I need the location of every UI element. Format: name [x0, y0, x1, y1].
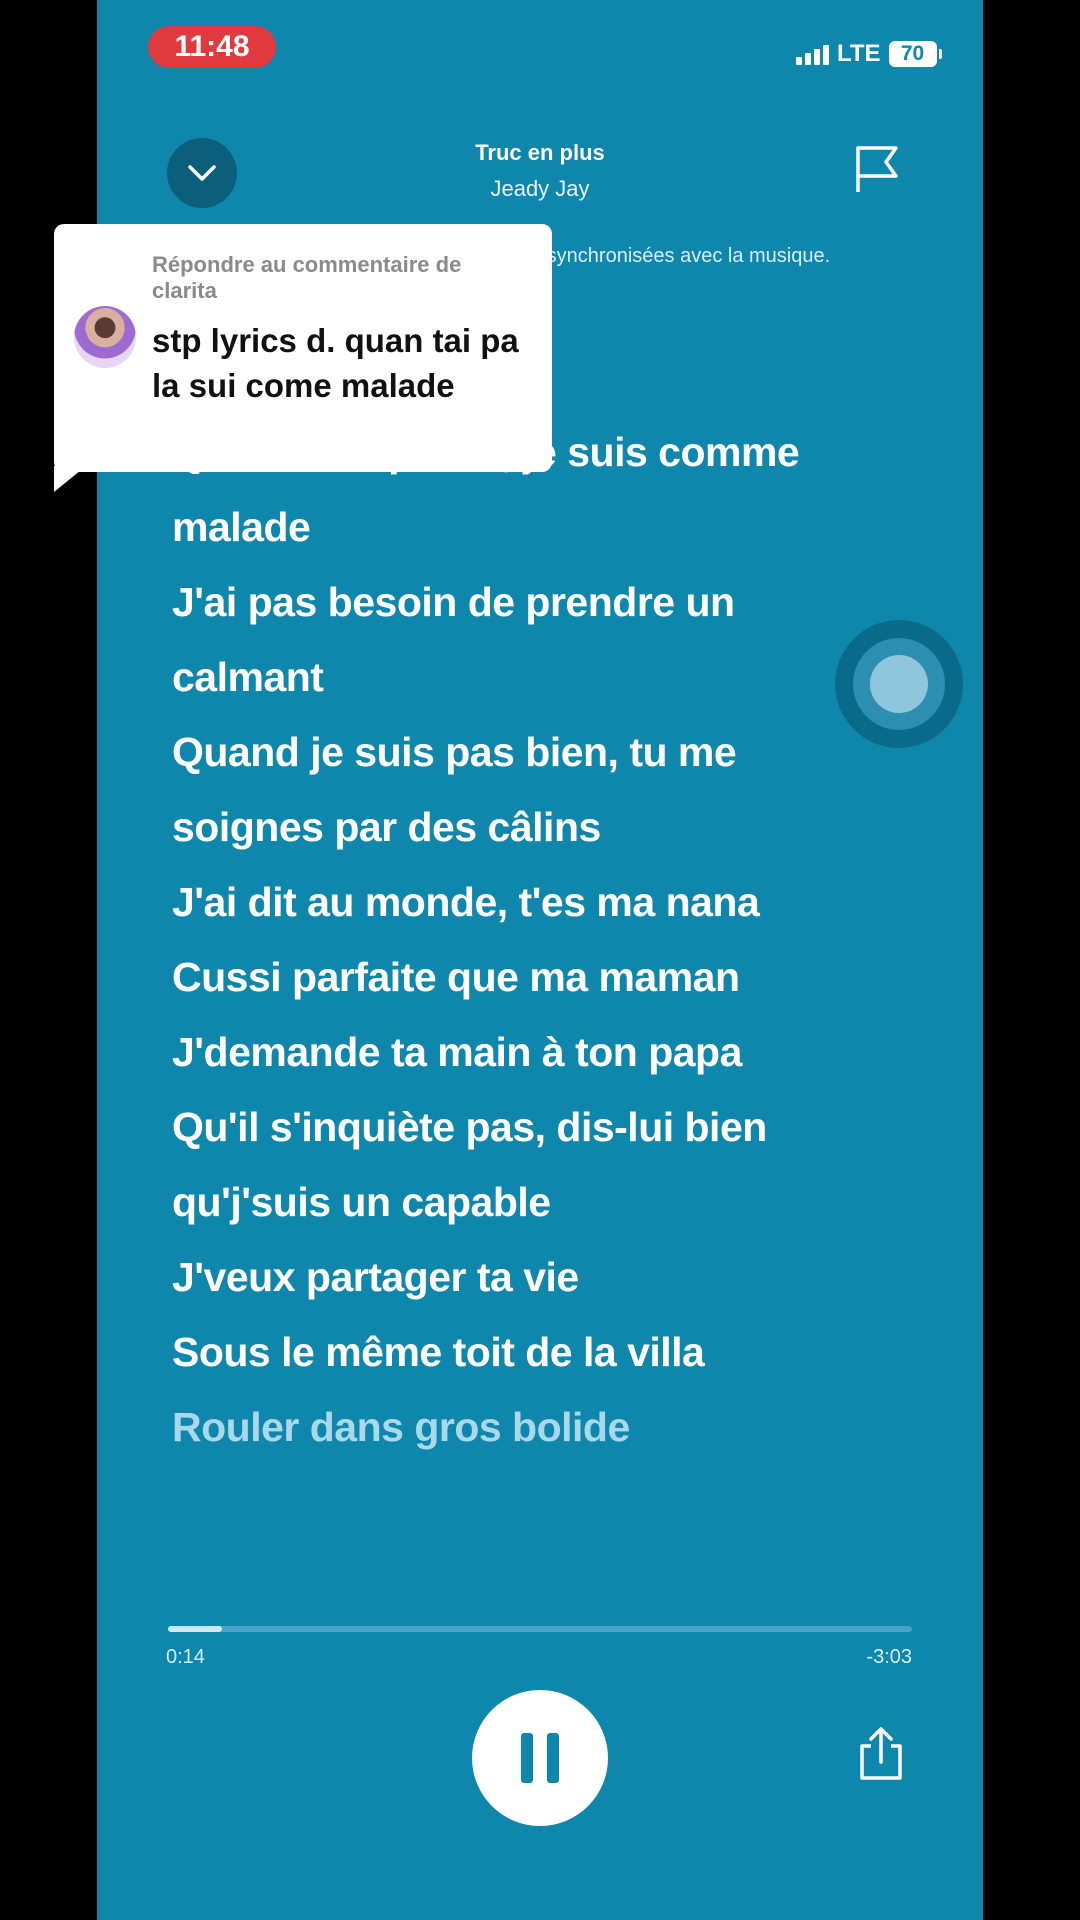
lyric-line: soignes par des câlins — [172, 804, 601, 850]
progress-fill — [168, 1626, 222, 1632]
progress-bar[interactable] — [168, 1626, 912, 1632]
comment-reply-bubble[interactable]: Répondre au commentaire de clarita stp l… — [54, 224, 552, 472]
lyric-line: J'demande ta main à ton papa — [172, 1029, 742, 1075]
lyric-line: J'veux partager ta vie — [172, 1254, 579, 1300]
status-time: 11:48 — [148, 26, 276, 68]
lyric-line: Sous le même toit de la villa — [172, 1329, 705, 1375]
report-button[interactable] — [852, 144, 902, 194]
avatar — [74, 306, 136, 368]
song-title: Truc en plus — [475, 140, 605, 165]
lyric-line: Qu'il s'inquiète pas, dis-lui bien — [172, 1104, 767, 1150]
song-artist[interactable]: Jeady Jay — [400, 176, 680, 202]
flag-icon — [856, 146, 898, 192]
battery-icon: 70 — [888, 41, 942, 67]
lyrics-list: en quand t'es pas Quand t'es pas là, je … — [172, 340, 912, 1465]
chevron-down-icon — [188, 165, 216, 181]
collapse-button[interactable] — [167, 138, 237, 208]
lyric-line: malade — [172, 504, 311, 550]
lyric-line: Cussi parfaite que ma maman — [172, 954, 740, 1000]
lyric-line: J'ai dit au monde, t'es ma nana — [172, 879, 760, 925]
sync-note: é synchronisées avec la musique. — [530, 245, 831, 267]
signal-icon — [796, 43, 829, 65]
bubble-tail — [54, 466, 86, 492]
share-icon — [860, 1727, 902, 1780]
lyric-line: Quand je suis pas bien, tu me — [172, 729, 737, 775]
lyric-line-upcoming: Rouler dans gros bolide — [172, 1404, 630, 1450]
reply-label: Répondre au commentaire de clarita — [152, 252, 462, 303]
lyric-line: J'ai pas besoin de prendre un — [172, 579, 735, 625]
lyric-line: calmant — [172, 654, 324, 700]
share-button[interactable] — [856, 1726, 906, 1782]
lyric-line: qu'j'suis un capable — [172, 1179, 551, 1225]
status-indicators: LTE 70 — [796, 36, 942, 72]
comment-text: stp lyrics d. quan tai pa la sui come ma… — [152, 322, 519, 404]
pause-button[interactable] — [472, 1690, 608, 1826]
elapsed-time: 0:14 — [166, 1646, 205, 1668]
pause-icon — [521, 1733, 533, 1783]
remaining-time: -3:03 — [866, 1646, 912, 1668]
assistive-touch-button[interactable] — [835, 620, 963, 748]
network-label: LTE — [837, 40, 881, 67]
